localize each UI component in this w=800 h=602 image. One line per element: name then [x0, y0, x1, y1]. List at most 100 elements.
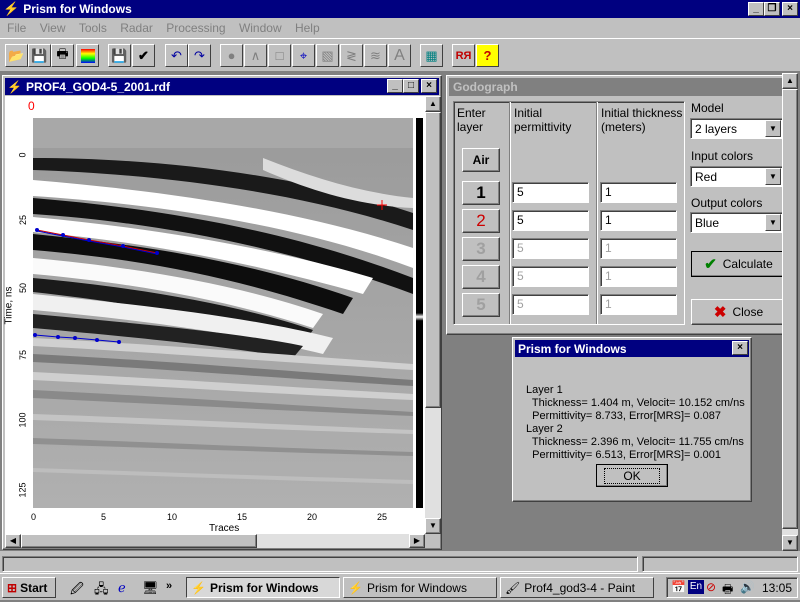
vscroll-up-button[interactable]: ▲ [425, 96, 441, 112]
layer-1-thickness-input[interactable]: 1 [600, 182, 677, 203]
radargram-image[interactable] [33, 118, 413, 508]
menu-view[interactable]: View [35, 21, 71, 35]
vscroll-thumb[interactable] [425, 112, 441, 408]
redo-icon[interactable]: ↷ [188, 44, 211, 67]
disk-options-icon[interactable]: 💾 [108, 44, 131, 67]
chevron-down-icon[interactable]: ▼ [765, 214, 781, 231]
x-axis-label: Traces [209, 523, 240, 534]
mdi-vscroll-down[interactable]: ▼ [782, 535, 798, 551]
calculate-button[interactable]: ✔ Calculate [691, 251, 786, 277]
close-icon: ✖ [713, 304, 727, 321]
godograph-titlebar[interactable]: Godograph [449, 78, 795, 96]
grid-divider-2 [596, 102, 598, 324]
layer-4-thickness-input[interactable]: 1 [600, 266, 677, 287]
app-titlebar[interactable]: ⚡ Prism for Windows [0, 0, 800, 18]
radargram-close-button[interactable]: × [421, 79, 437, 93]
app-icon: ⚡ [348, 580, 363, 595]
layer-1-permittivity-input[interactable]: 5 [512, 182, 589, 203]
tray-volume-icon[interactable]: 🔊 [740, 580, 755, 594]
palette-icon[interactable] [76, 44, 99, 67]
tray-calendar-icon[interactable]: 📅 [671, 580, 686, 594]
radargram-app-icon: ⚡ [7, 79, 22, 94]
mdi-vscroll-up[interactable]: ▲ [782, 73, 798, 89]
close-godograph-button[interactable]: ✖ Close [691, 299, 786, 325]
hscroll-left-button[interactable]: ◀ [5, 534, 21, 548]
menu-radar[interactable]: Radar [115, 21, 158, 35]
rectangle-tool-icon[interactable]: □ [268, 44, 291, 67]
status-pane-1 [2, 556, 638, 572]
layer-5-permittivity-input[interactable]: 5 [512, 294, 589, 315]
result-dialog-titlebar[interactable]: Prism for Windows [515, 340, 749, 357]
layer-2-button[interactable]: 2 [462, 209, 500, 233]
layer-2-permittivity-input[interactable]: 5 [512, 210, 589, 231]
quicklaunch-more-icon[interactable]: » [166, 580, 172, 592]
wave-tool-icon[interactable]: ≋ [364, 44, 387, 67]
task-paint[interactable]: 🖌 Prof4_god3-4 - Paint [500, 577, 654, 598]
paint-icon: 🖌 [505, 580, 521, 595]
undo-icon[interactable]: ↶ [165, 44, 188, 67]
y-axis-label: Time, ns [3, 286, 15, 325]
radargram-titlebar[interactable]: ⚡ PROF4_GOD4-5_2001.rdf [5, 78, 439, 95]
hscroll-thumb[interactable] [21, 534, 257, 548]
vscroll-down-button[interactable]: ▼ [425, 518, 441, 534]
tray-printer-icon[interactable]: 🖶 [722, 580, 733, 601]
restore-button[interactable]: ❐ [764, 2, 780, 16]
air-layer-button[interactable]: Air [462, 148, 500, 172]
text-tool-icon[interactable]: A [388, 44, 411, 67]
point-tool-icon[interactable]: ● [220, 44, 243, 67]
layer-3-button[interactable]: 3 [462, 237, 500, 261]
tray-clock[interactable]: 13:05 [762, 581, 792, 595]
calculator-icon[interactable]: ▦ [420, 44, 443, 67]
quicklaunch-computer-icon[interactable]: 🖥 [142, 580, 159, 596]
layer-4-permittivity-input[interactable]: 5 [512, 266, 589, 287]
menu-window[interactable]: Window [234, 21, 287, 35]
chevron-down-icon[interactable]: ▼ [765, 120, 781, 137]
radargram-maximize-button[interactable]: □ [403, 79, 419, 93]
layer-3-permittivity-input[interactable]: 5 [512, 238, 589, 259]
menu-processing[interactable]: Processing [161, 21, 230, 35]
check-icon[interactable]: ✔ [132, 44, 155, 67]
layer-5-thickness-input[interactable]: 1 [600, 294, 677, 315]
grid-divider-1 [509, 102, 511, 324]
language-icon[interactable]: RЯ [452, 44, 475, 67]
minimize-button[interactable]: _ [748, 2, 764, 16]
start-button[interactable]: ⊞ Start [2, 577, 56, 598]
hscroll-right-button[interactable]: ▶ [409, 534, 425, 548]
result-line-4: Layer 2 [526, 423, 563, 435]
input-colors-label: Input colors [691, 149, 754, 163]
close-button[interactable]: × [782, 2, 798, 16]
hyperbola-tool-icon[interactable]: ≷ [340, 44, 363, 67]
layer-2-thickness-input[interactable]: 1 [600, 210, 677, 231]
menu-help[interactable]: Help [290, 21, 325, 35]
chevron-down-icon[interactable]: ▼ [765, 168, 781, 185]
layer-4-button[interactable]: 4 [462, 265, 500, 289]
result-dialog-close-button[interactable]: × [732, 341, 748, 355]
open-icon[interactable]: 📂 [5, 44, 28, 67]
menu-tools[interactable]: Tools [74, 21, 112, 35]
task-prism-2[interactable]: ⚡ Prism for Windows [343, 577, 497, 598]
layer-1-button[interactable]: 1 [462, 181, 500, 205]
layer-3-thickness-input[interactable]: 1 [600, 238, 677, 259]
input-colors-select[interactable]: Red ▼ [690, 166, 783, 187]
layer-5-button[interactable]: 5 [462, 293, 500, 317]
print-icon[interactable]: 🖶 [51, 44, 74, 67]
quicklaunch-show-desktop-icon[interactable]: 🖉 [70, 580, 84, 602]
curve-tool-icon[interactable]: ∧ [244, 44, 267, 67]
col-enter-layer: Enter layer [457, 106, 486, 134]
quicklaunch-network-icon[interactable]: 🖧 [94, 580, 109, 602]
radargram-minimize-button[interactable]: _ [387, 79, 403, 93]
output-colors-select[interactable]: Blue ▼ [690, 212, 783, 233]
tray-language-icon[interactable]: En [688, 580, 704, 594]
model-select[interactable]: 2 layers ▼ [690, 118, 783, 139]
help-icon[interactable]: ? [476, 44, 499, 67]
save-icon[interactable]: 💾 [28, 44, 51, 67]
quicklaunch-browser-icon[interactable]: ℯ [118, 580, 126, 596]
mdi-vscroll-thumb[interactable] [782, 89, 798, 529]
ok-button[interactable]: OK [596, 464, 668, 487]
tray-no-sign-icon[interactable]: ⊘ [706, 580, 716, 594]
target-tool-icon[interactable]: ⌖ [292, 44, 315, 67]
task-prism-1[interactable]: ⚡ Prism for Windows [186, 577, 340, 598]
menu-file[interactable]: File [2, 21, 31, 35]
x-tick-25: 25 [377, 512, 388, 522]
image-tool-icon[interactable]: ▧ [316, 44, 339, 67]
